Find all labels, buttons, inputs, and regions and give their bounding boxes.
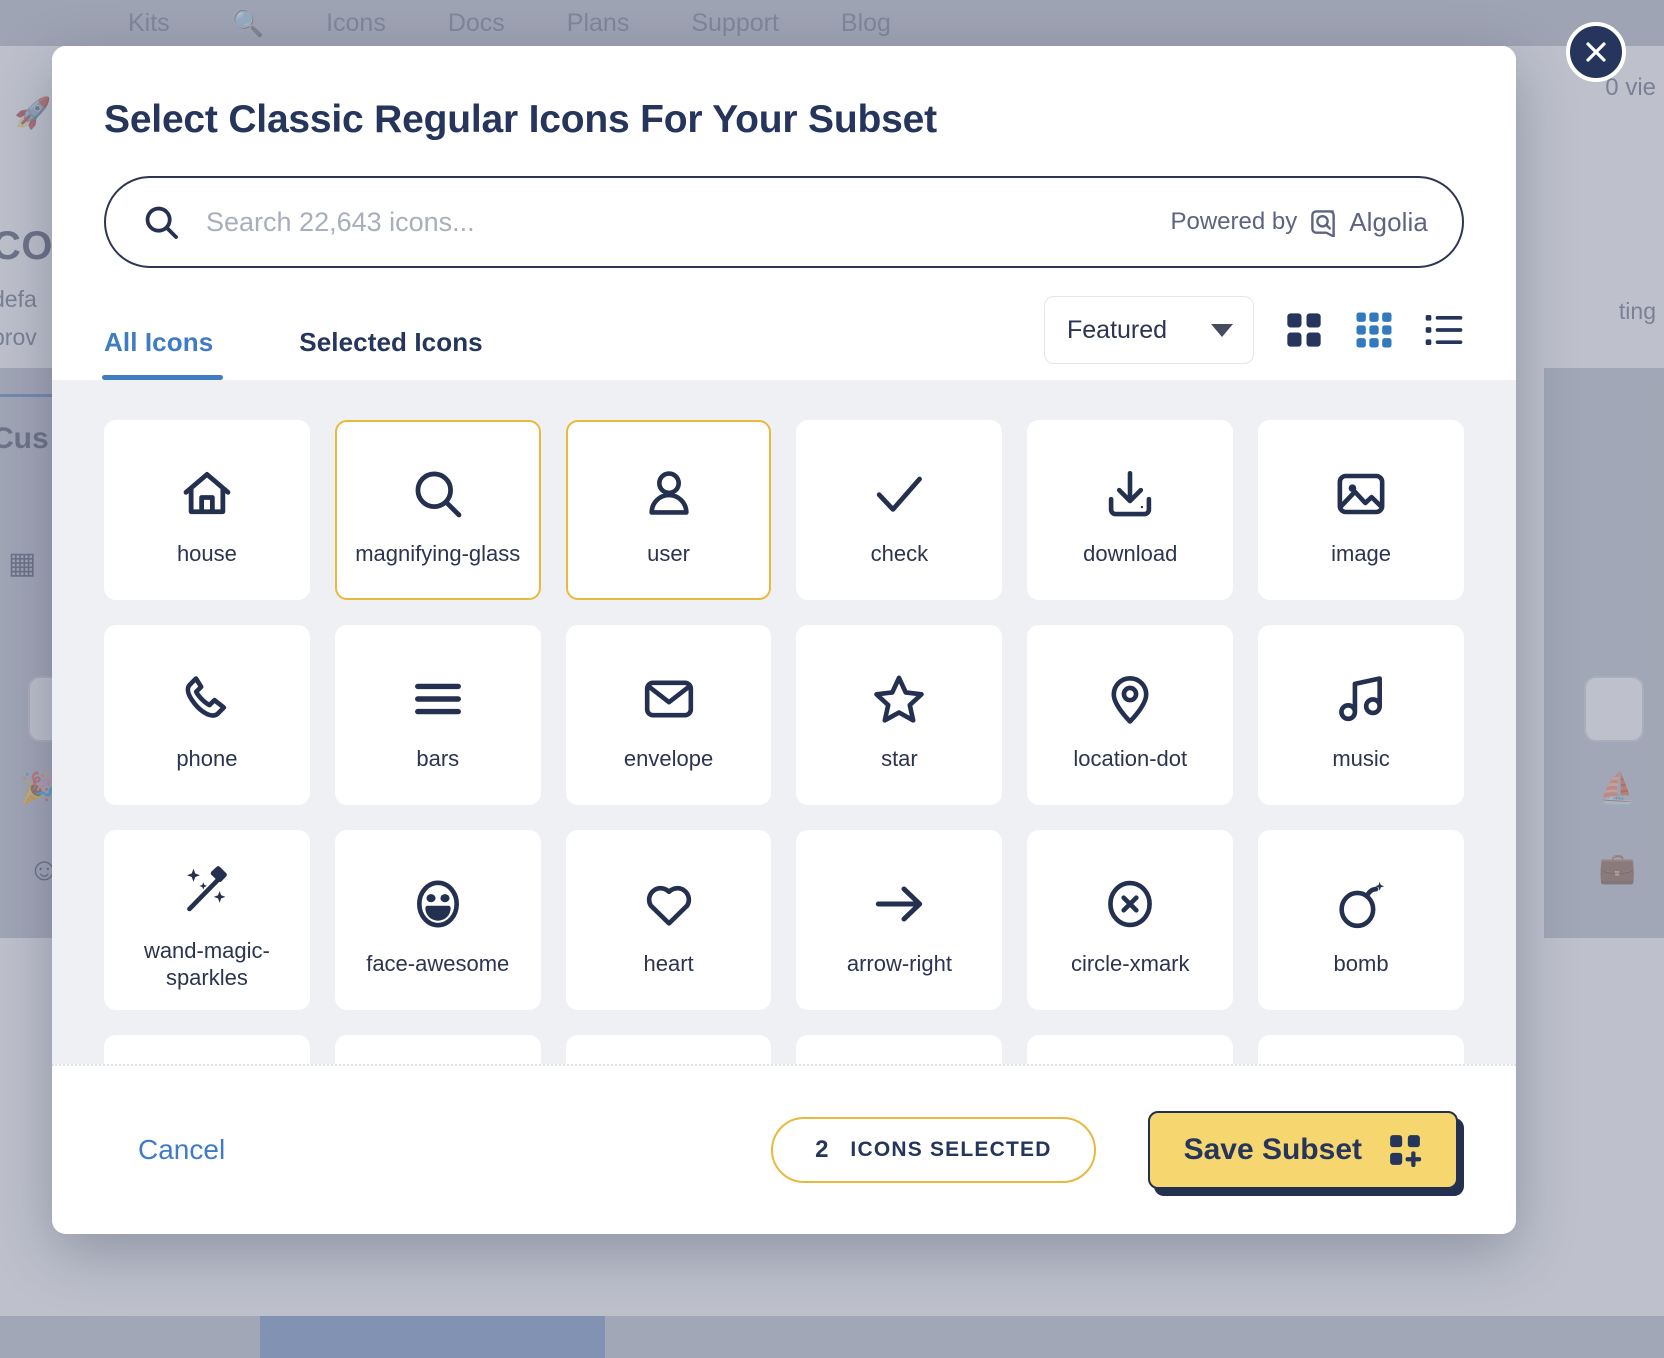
icon-card-label: face-awesome	[366, 950, 509, 978]
icon-card-download[interactable]: download	[1027, 420, 1233, 600]
user-icon	[642, 452, 696, 536]
close-icon	[1584, 40, 1608, 64]
magnifying-glass-icon	[410, 452, 466, 536]
icon-card-partial[interactable]	[104, 1035, 310, 1064]
icon-card-partial[interactable]	[1027, 1035, 1233, 1064]
grid-plus-icon	[1388, 1133, 1422, 1167]
sort-select-value: Featured	[1067, 316, 1167, 345]
envelope-icon	[642, 657, 696, 741]
icon-subset-modal: Select Classic Regular Icons For Your Su…	[52, 46, 1516, 1234]
icon-card-star[interactable]: star	[796, 625, 1002, 805]
icon-card-face-awesome[interactable]: face-awesome	[335, 830, 541, 1010]
check-icon	[871, 452, 927, 536]
arrow-right-icon	[872, 862, 926, 946]
icon-card-label: circle-xmark	[1071, 950, 1190, 978]
icon-card-label: wand-magic- sparkles	[144, 937, 270, 992]
icon-grid: house magnifying-glass user check download im…	[104, 420, 1464, 1010]
icon-card-label: star	[881, 745, 918, 773]
icon-card-label: music	[1332, 745, 1389, 773]
wand-magic-sparkles-icon	[180, 849, 234, 933]
icon-card-wand-magic-sparkles[interactable]: wand-magic- sparkles	[104, 830, 310, 1010]
cancel-button[interactable]: Cancel	[104, 1134, 225, 1166]
icon-card-label: house	[177, 540, 237, 568]
view-tools: Featured	[1044, 296, 1464, 380]
grid-small-view-button[interactable]	[1354, 310, 1394, 350]
tabs-toolbar: All Icons Selected Icons Featured	[104, 294, 1464, 380]
heart-icon	[642, 862, 696, 946]
icon-card-bomb[interactable]: bomb	[1258, 830, 1464, 1010]
house-icon	[179, 452, 235, 536]
icon-card-user[interactable]: user	[566, 420, 772, 600]
icon-card-label: magnifying-glass	[355, 540, 520, 568]
icon-card-partial[interactable]	[566, 1035, 772, 1064]
selected-count-badge: 2 ICONS SELECTED	[771, 1117, 1096, 1183]
icon-card-phone[interactable]: phone	[104, 625, 310, 805]
modal-footer: Cancel 2 ICONS SELECTED Save Subset	[52, 1064, 1516, 1234]
selected-count-label: ICONS SELECTED	[850, 1138, 1051, 1162]
image-icon	[1334, 452, 1388, 536]
icon-card-label: image	[1331, 540, 1391, 568]
download-icon	[1103, 452, 1157, 536]
icon-card-envelope[interactable]: envelope	[566, 625, 772, 805]
icon-card-music[interactable]: music	[1258, 625, 1464, 805]
icon-card-label: location-dot	[1073, 745, 1187, 773]
icon-grid-container[interactable]: house magnifying-glass user check download im…	[52, 380, 1516, 1064]
star-icon	[872, 657, 926, 741]
icon-card-image[interactable]: image	[1258, 420, 1464, 600]
algolia-wordmark: Algolia	[1349, 207, 1428, 238]
icon-grid-next-row-partial	[104, 1035, 1464, 1064]
icon-card-label: download	[1083, 540, 1177, 568]
selected-count-number: 2	[815, 1136, 828, 1164]
sort-select[interactable]: Featured	[1044, 296, 1254, 364]
powered-by-algolia: Powered by Algolia	[1170, 207, 1428, 238]
icon-card-label: check	[871, 540, 928, 568]
icon-card-heart[interactable]: heart	[566, 830, 772, 1010]
page-title: Select Classic Regular Icons For Your Su…	[104, 98, 1464, 142]
icon-card-label: heart	[643, 950, 693, 978]
grid-large-view-button[interactable]	[1284, 310, 1324, 350]
icon-card-house[interactable]: house	[104, 420, 310, 600]
icon-card-partial[interactable]	[335, 1035, 541, 1064]
music-icon	[1334, 657, 1388, 741]
tab-selected-icons[interactable]: Selected Icons	[299, 327, 516, 380]
search-bar[interactable]: Powered by Algolia	[104, 176, 1464, 268]
circle-xmark-icon	[1103, 862, 1157, 946]
icon-card-label: envelope	[624, 745, 713, 773]
face-awesome-icon	[411, 862, 465, 946]
phone-icon	[180, 657, 234, 741]
save-subset-button[interactable]: Save Subset	[1148, 1111, 1458, 1189]
chevron-down-icon	[1211, 324, 1233, 337]
search-icon	[142, 203, 180, 241]
tab-all-icons[interactable]: All Icons	[104, 327, 247, 380]
search-input[interactable]	[180, 207, 1170, 238]
icon-card-bars[interactable]: bars	[335, 625, 541, 805]
icon-card-magnifying-glass[interactable]: magnifying-glass	[335, 420, 541, 600]
powered-by-label: Powered by	[1170, 208, 1297, 236]
icon-card-label: user	[647, 540, 690, 568]
icon-card-arrow-right[interactable]: arrow-right	[796, 830, 1002, 1010]
tab-list: All Icons Selected Icons	[104, 294, 569, 380]
bars-icon	[411, 657, 465, 741]
icon-card-check[interactable]: check	[796, 420, 1002, 600]
modal-header: Select Classic Regular Icons For Your Su…	[52, 46, 1516, 380]
icon-card-label: bars	[416, 745, 459, 773]
icon-card-partial[interactable]	[796, 1035, 1002, 1064]
close-button[interactable]	[1566, 22, 1626, 82]
icon-card-label: arrow-right	[847, 950, 952, 978]
icon-card-partial[interactable]	[1258, 1035, 1464, 1064]
location-dot-icon	[1103, 657, 1157, 741]
list-view-button[interactable]	[1424, 310, 1464, 350]
footer-actions: 2 ICONS SELECTED Save Subset	[771, 1111, 1464, 1189]
bomb-icon	[1334, 862, 1388, 946]
icon-card-location-dot[interactable]: location-dot	[1027, 625, 1233, 805]
algolia-icon	[1308, 207, 1338, 237]
save-subset-label: Save Subset	[1184, 1133, 1362, 1167]
icon-card-label: bomb	[1334, 950, 1389, 978]
icon-card-label: phone	[176, 745, 237, 773]
icon-card-circle-xmark[interactable]: circle-xmark	[1027, 830, 1233, 1010]
